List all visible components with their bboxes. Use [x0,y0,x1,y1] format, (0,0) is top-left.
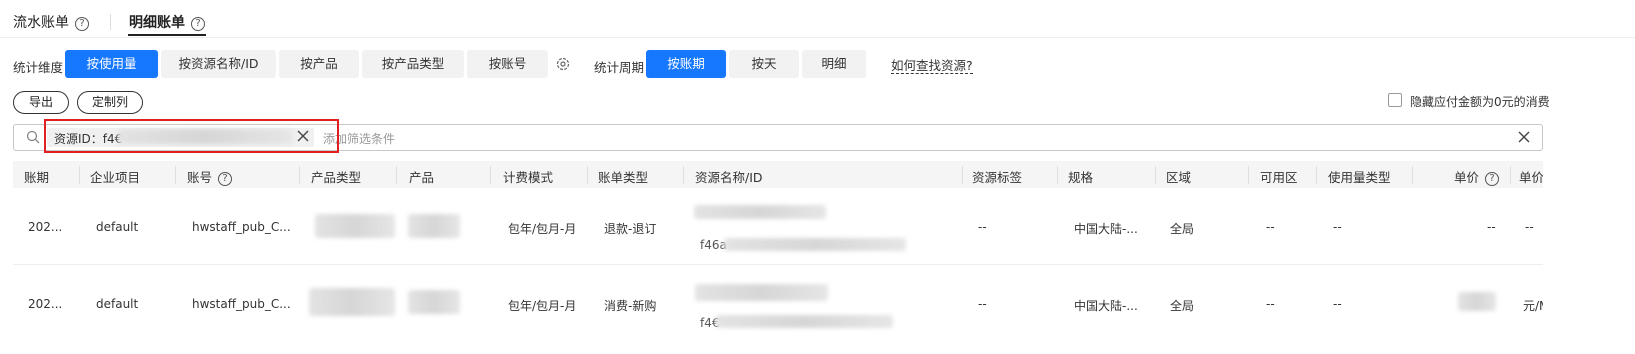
dimension-account-button[interactable]: 按账号 [467,50,548,78]
search-icon [26,130,40,147]
dimension-label: 统计维度 [13,60,64,75]
table-header-row [13,161,1543,188]
find-resource-link[interactable]: 如何查找资源? [891,58,973,74]
cell-bill-type: 退款-退订 [604,222,657,236]
cell-project: default [96,220,139,234]
column-header-billing-mode: 计费模式 [503,170,554,185]
redacted-resource-name [694,205,826,219]
period-billing-cycle-button[interactable]: 按账期 [646,50,726,78]
cell-period: 202... [28,220,63,234]
column-separator [1316,166,1317,184]
cell-usage-type: -- [1333,220,1342,234]
cell-spec: 中国大陆-... [1074,299,1138,313]
tab-flow-bill[interactable]: 流水账单? [13,12,89,32]
tabs-baseline [0,37,1635,38]
cell-az: -- [1266,220,1275,234]
dimension-product-type-button[interactable]: 按产品类型 [362,50,464,78]
redacted-resource-id [716,315,893,328]
column-header-bill-type: 账单类型 [598,170,649,185]
cell-region: 全局 [1170,222,1195,236]
redacted-product [408,290,460,314]
column-header-account: 账号? [187,167,233,186]
hide-zero-checkbox[interactable] [1388,93,1402,107]
redacted-resource-id [724,238,906,251]
column-header-account-label: 账号 [187,170,213,185]
cell-period: 202... [28,297,63,311]
help-icon[interactable]: ? [218,171,233,186]
column-separator [175,166,176,184]
cell-bill-type: 消费-新购 [604,299,657,313]
column-separator [79,166,80,184]
dimension-usage-button[interactable]: 按使用量 [65,50,158,78]
column-header-unit-price-2-label: 单价 [1519,170,1543,185]
column-header-resource-tag: 资源标签 [972,170,1023,185]
cell-tag: -- [978,297,987,311]
help-icon[interactable]: ? [191,16,205,31]
tab-detail-bill[interactable]: 明细账单? [129,12,205,32]
column-header-product: 产品 [409,170,435,185]
redacted-product-type [309,288,395,316]
cell-account: hwstaff_pub_C... [192,297,291,311]
cell-usage-type: -- [1333,297,1342,311]
column-separator [683,166,684,184]
customize-columns-button[interactable]: 定制列 [77,91,143,114]
cell-account: hwstaff_pub_C... [192,220,291,234]
cell-billing-mode: 包年/包月-月 [508,222,577,236]
period-label: 统计周期 [594,60,645,75]
column-header-unit-price: 单价? [1454,167,1500,186]
column-header-product-type: 产品类型 [311,170,362,185]
cell-unit-price: -- [1487,220,1496,234]
cell-tag: -- [978,220,987,234]
tab-divider [110,14,111,30]
dimension-product-button[interactable]: 按产品 [279,50,359,78]
cell-billing-mode: 包年/包月-月 [508,299,577,313]
column-separator [1510,166,1511,184]
redacted-product-type [315,214,395,238]
cell-spec: 中国大陆-... [1074,222,1138,236]
period-day-button[interactable]: 按天 [729,50,799,78]
dimension-resource-button[interactable]: 按资源名称/ID [161,50,276,78]
redacted-product [408,214,460,238]
cell-resource-id[interactable]: f46a [700,238,727,252]
column-header-resource-name: 资源名称/ID [695,170,763,185]
column-separator [1155,166,1156,184]
cell-az: -- [1266,297,1275,311]
column-header-project: 企业项目 [90,170,141,185]
column-separator [490,166,491,184]
export-button[interactable]: 导出 [13,91,69,114]
cell-unit: -- [1525,220,1534,234]
period-detail-button[interactable]: 明细 [802,50,866,78]
column-separator [396,166,397,184]
cell-project: default [96,297,139,311]
column-header-spec: 规格 [1068,170,1094,185]
cell-region: 全局 [1170,299,1195,313]
column-header-region: 区域 [1166,170,1192,185]
column-separator [1248,166,1249,184]
column-header-az: 可用区 [1260,170,1298,185]
column-header-usage-type: 使用量类型 [1328,170,1391,185]
help-icon[interactable]: ? [1485,171,1500,186]
column-header-unit-price-label: 单价 [1454,170,1480,185]
clear-search-icon[interactable] [1518,131,1530,146]
active-tab-underline [128,34,206,36]
tab-flow-bill-label: 流水账单 [13,15,69,31]
cell-unit: 元/​M [1523,299,1543,313]
column-separator [299,166,300,184]
tab-detail-bill-label: 明细账单 [129,15,185,31]
column-separator [1412,166,1413,184]
redacted-unit-price [1458,292,1496,311]
column-separator [1057,166,1058,184]
hide-zero-label: 隐藏应付金额为0元的消费 [1410,95,1550,109]
column-header-period: 账期 [24,170,50,185]
column-separator [962,166,963,184]
column-header-unit-price-2: 单价 [1519,167,1543,186]
column-separator [587,166,588,184]
redacted-resource-name [695,284,828,301]
help-icon[interactable]: ? [75,16,89,31]
highlight-box [44,119,339,153]
settings-icon[interactable] [556,57,570,71]
